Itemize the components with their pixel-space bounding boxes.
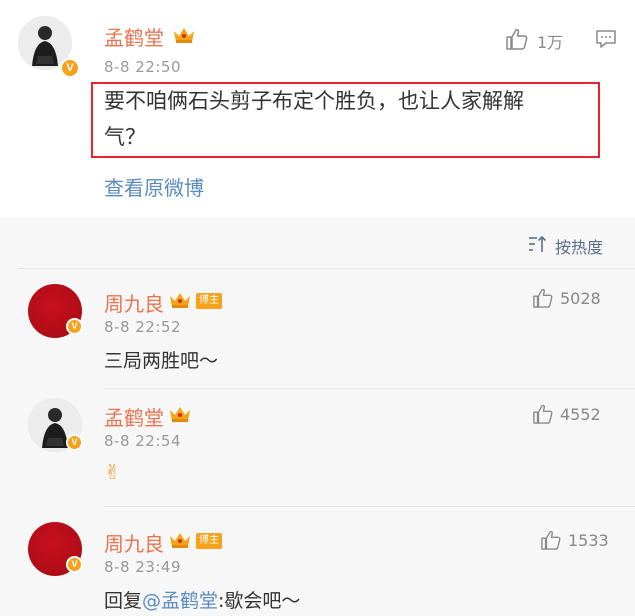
post-timestamp: 8-8 22:50	[104, 58, 181, 76]
comment-timestamp: 8-8 23:49	[104, 558, 181, 576]
crown-icon	[170, 533, 190, 548]
crown-icon	[170, 407, 190, 422]
post-text-line-1: 要不咱俩石头剪子布定个胜负，也让人家解解	[104, 89, 524, 113]
mention-link[interactable]: @孟鹤堂	[142, 590, 218, 612]
comment-author-name[interactable]: 孟鹤堂	[104, 402, 164, 431]
thumbs-up-icon[interactable]	[532, 288, 554, 308]
crown-icon	[174, 28, 194, 43]
comment-author-name[interactable]: 周九良	[104, 288, 164, 317]
sort-icon[interactable]	[528, 235, 548, 253]
comment-timestamp: 8-8 22:54	[104, 432, 181, 450]
divider	[104, 506, 635, 507]
divider	[104, 388, 635, 389]
view-original-link[interactable]: 查看原微博	[104, 172, 204, 201]
comment-author-name[interactable]: 周九良	[104, 528, 164, 557]
comment-text: 回复@孟鹤堂:歇会吧～	[104, 586, 300, 613]
comment-like-count: 4552	[560, 405, 601, 424]
victory-hand-emoji: ✌	[104, 460, 121, 484]
reply-prefix: 回复	[104, 590, 143, 612]
sort-by-hot[interactable]: 按热度	[555, 234, 603, 258]
thumbs-up-icon[interactable]	[532, 404, 554, 424]
post-like-count: 1万	[537, 33, 564, 52]
crown-icon	[170, 293, 190, 308]
thumbs-up-icon[interactable]	[540, 530, 562, 550]
verified-v-icon: V	[66, 556, 83, 573]
comment-text: 三局两胜吧～	[104, 350, 219, 372]
author-badge: 博主	[196, 293, 222, 309]
divider	[18, 268, 635, 269]
author-badge: 博主	[196, 533, 222, 549]
post-author-name[interactable]: 孟鹤堂	[104, 22, 164, 51]
post-text: 要不咱俩石头剪子布定个胜负，也让人家解解 气？	[104, 83, 594, 155]
verified-v-icon: V	[66, 434, 83, 451]
comment-like-count: 5028	[560, 289, 601, 308]
comment-timestamp: 8-8 22:52	[104, 318, 181, 336]
reply-text: :歇会吧～	[218, 590, 301, 612]
post-text-line-2: 气？	[104, 125, 146, 149]
thumbs-up-icon[interactable]	[505, 28, 529, 50]
comment-like-count: 1533	[568, 531, 609, 550]
comment-icon[interactable]	[595, 29, 617, 49]
verified-v-icon: V	[66, 318, 83, 335]
verified-v-icon: V	[60, 58, 80, 78]
